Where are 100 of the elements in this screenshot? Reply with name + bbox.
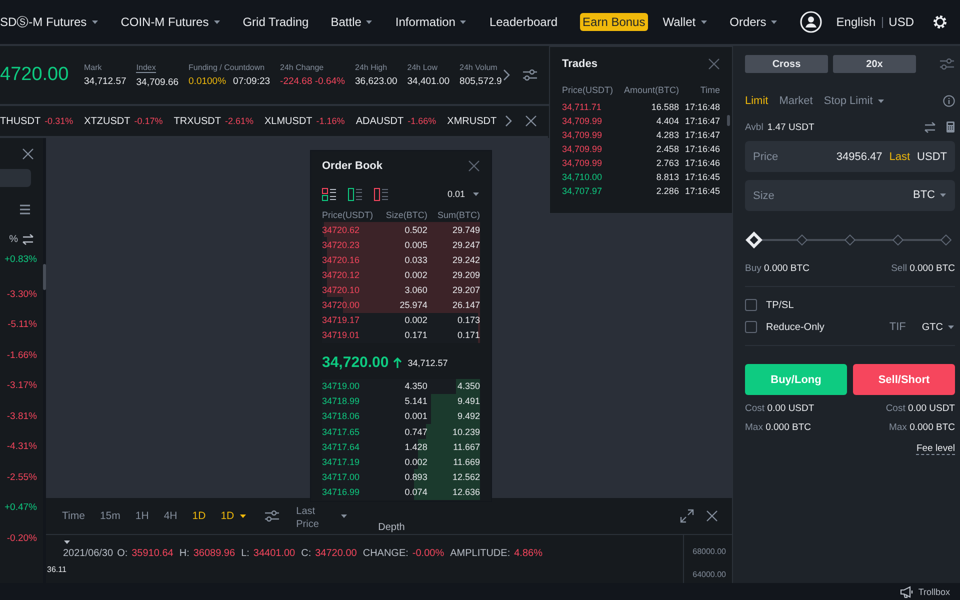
checkbox[interactable] — [745, 321, 757, 333]
leverage-button[interactable]: 20x — [833, 55, 916, 73]
order-type-tab[interactable]: Limit — [745, 95, 768, 107]
search-field[interactable] — [0, 169, 31, 187]
panel-title: Trades — [562, 58, 598, 70]
language-link[interactable]: English — [836, 15, 876, 29]
swap-icon[interactable] — [22, 234, 34, 245]
nav-menu-item[interactable]: COIN-M Futures — [120, 15, 221, 29]
arrow-up-icon — [392, 356, 402, 369]
order-price: 34716.99 — [322, 486, 361, 497]
margin-mode-button[interactable]: Cross — [745, 55, 828, 73]
trade-amount: 16.588 — [650, 102, 679, 112]
settings-icon[interactable] — [932, 14, 948, 30]
summary-text: Cost 0.00 USDT — [886, 403, 955, 414]
order-type-tab[interactable]: Stop Limit — [824, 95, 885, 107]
nav-menu-item[interactable]: Information — [395, 15, 468, 29]
close-icon[interactable] — [22, 148, 34, 160]
stat-label[interactable]: Index — [136, 62, 156, 72]
book-layout-icon[interactable] — [348, 188, 362, 200]
order-price: 34718.99 — [322, 396, 361, 406]
nav-menu-item[interactable]: SDⓈ-M Futures — [0, 14, 99, 30]
trollbox-button[interactable]: Trollbox — [900, 586, 950, 598]
menu-icon[interactable] — [19, 204, 31, 215]
book-layout-icon[interactable] — [374, 188, 388, 200]
checkbox[interactable] — [745, 299, 757, 311]
order-price: 34719.17 — [322, 315, 361, 326]
nav-menu-item[interactable]: Grid Trading — [242, 15, 309, 29]
interval-tab[interactable]: 4H — [164, 510, 178, 522]
change-value: -2.55% — [6, 470, 37, 484]
price-field[interactable]: Price 34956.47 Last USDT — [745, 141, 955, 172]
sliders-icon[interactable] — [522, 68, 538, 82]
price-marker: 36.11 — [47, 565, 66, 574]
last-price: 34,720.00 — [322, 354, 389, 372]
order-sum: 12.636 — [451, 486, 480, 497]
interval-tab[interactable]: Time — [62, 510, 85, 522]
available-label: Avbl — [745, 122, 764, 132]
account-icon[interactable] — [800, 11, 822, 33]
price-type-dropdown[interactable]: Last Price — [296, 501, 348, 531]
trade-amount: 8.813 — [655, 172, 679, 182]
book-layout-icon[interactable] — [322, 188, 336, 200]
scrollbar-thumb[interactable] — [727, 115, 730, 126]
order-size: 0.001 — [404, 411, 428, 422]
view-tab[interactable]: Depth — [378, 522, 405, 532]
caret-icon — [239, 512, 248, 520]
caret-icon — [876, 97, 885, 105]
sliders-icon[interactable] — [939, 57, 955, 71]
caret-icon[interactable] — [63, 538, 71, 546]
symbol-ticker-item[interactable]: ADAUSDT -1.66% — [356, 116, 436, 126]
order-price: 34719.00 — [322, 381, 361, 392]
trade-price: 34,711.71 — [562, 102, 602, 112]
close-icon[interactable] — [525, 115, 537, 127]
symbol-ticker-item[interactable]: XMRUSDT — [447, 116, 497, 126]
order-price: 34720.23 — [322, 240, 361, 250]
nav-menu-item[interactable]: Orders — [730, 15, 778, 29]
interval-tab[interactable]: 1D — [220, 510, 248, 522]
calculator-icon[interactable] — [946, 121, 955, 133]
stat-value: 34,712.57 — [84, 76, 126, 86]
sort-label[interactable]: % — [9, 234, 18, 245]
info-icon[interactable] — [943, 95, 955, 107]
order-size: 0.002 — [404, 456, 428, 467]
symbol-ticker-item[interactable]: XLMUSDT -1.16% — [264, 116, 345, 126]
earn-bonus-badge[interactable]: Earn Bonus — [580, 13, 648, 31]
sliders-icon[interactable] — [264, 509, 280, 523]
caret-icon — [947, 323, 955, 331]
stat-value: 36,623.00 — [355, 76, 398, 86]
order-size: 4.350 — [404, 381, 428, 392]
close-icon[interactable] — [708, 58, 720, 70]
order-size: 3.060 — [404, 284, 428, 295]
chevron-right-icon[interactable] — [502, 69, 510, 81]
symbol-ticker-item[interactable]: THUSDT -0.31% — [0, 116, 74, 126]
close-icon[interactable] — [706, 510, 718, 522]
nav-menu-item[interactable]: Leaderboard — [489, 15, 558, 29]
caret-icon — [770, 18, 778, 26]
order-sum: 11.669 — [452, 456, 480, 467]
precision-dropdown[interactable]: 0.01 — [447, 189, 480, 199]
interval-tab[interactable]: 1H — [135, 510, 149, 522]
trade-time: 17:16:46 — [684, 158, 720, 168]
order-price: 34718.06 — [322, 411, 361, 422]
fee-level-link[interactable]: Fee level — [916, 443, 955, 455]
symbol-ticker-item[interactable]: XTZUSDT -0.17% — [84, 116, 163, 126]
chevron-right-icon[interactable] — [504, 115, 512, 127]
stat-value: 0.0100% — [188, 76, 226, 86]
close-icon[interactable] — [468, 160, 480, 172]
transfer-icon[interactable] — [924, 122, 936, 132]
order-sum: 29.749 — [451, 224, 480, 235]
nav-menu-item[interactable]: Battle — [330, 15, 374, 29]
order-size: 0.502 — [404, 224, 428, 235]
unit-dropdown[interactable]: BTC — [913, 189, 947, 201]
tif-dropdown[interactable]: GTC — [922, 322, 955, 332]
symbol-ticker-item[interactable]: TRXUSDT -2.61% — [174, 116, 254, 126]
order-type-tab[interactable]: Market — [779, 95, 813, 107]
interval-tab[interactable]: 1D — [192, 510, 206, 522]
trade-price: 34,709.99 — [562, 158, 604, 168]
order-price: 34719.01 — [322, 330, 361, 340]
order-sum: 11.667 — [452, 442, 480, 452]
interval-tab[interactable]: 15m — [100, 510, 120, 522]
sell-button[interactable]: Sell/Short — [853, 364, 955, 395]
nav-menu-item[interactable]: Wallet — [662, 15, 708, 29]
expand-icon[interactable] — [680, 509, 694, 523]
currency-link[interactable]: USD — [888, 15, 914, 29]
